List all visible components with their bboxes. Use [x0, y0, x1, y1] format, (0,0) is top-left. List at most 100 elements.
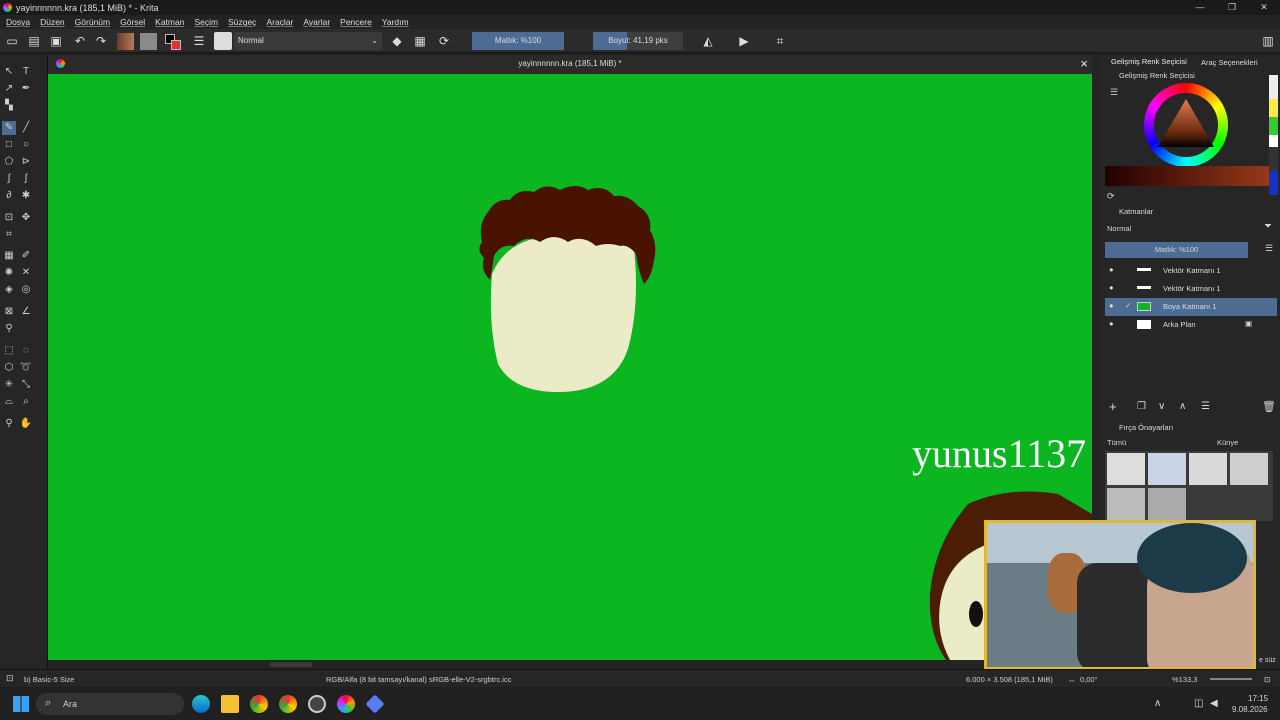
reload-preset-icon[interactable]: ⟳ [436, 33, 452, 49]
brush-preset-grid[interactable] [1105, 451, 1273, 521]
move-layer-up-icon[interactable]: ∧ [1179, 401, 1186, 412]
tray-chevron-up-icon[interactable]: ∧ [1154, 698, 1161, 709]
line-tool-icon[interactable]: ╱ [19, 121, 33, 135]
move-layer-down-icon[interactable]: ∨ [1158, 401, 1165, 412]
tab-advanced-color-selector[interactable]: Gelişmiş Renk Seçicisi [1111, 57, 1187, 66]
horizontal-scroll-thumb[interactable] [270, 662, 312, 667]
menu-edit[interactable]: Düzen [40, 17, 65, 27]
menu-window[interactable]: Pencere [340, 17, 372, 27]
drawing-canvas[interactable]: yunus1137 [48, 74, 1092, 660]
taskbar-search-box[interactable]: ⌕ Ara [36, 693, 184, 715]
rectangle-tool-icon[interactable]: □ [2, 138, 16, 152]
menu-view[interactable]: Görünüm [75, 17, 110, 27]
menu-filter[interactable]: Süzgeç [228, 17, 256, 27]
brush-preset-2[interactable] [1148, 453, 1186, 485]
chrome-profile-icon[interactable] [279, 695, 297, 713]
horizontal-scrollbar[interactable] [48, 660, 1092, 669]
calligraphy-icon[interactable]: ✒ [19, 82, 33, 96]
lock-icon[interactable]: ▣ [1245, 319, 1252, 328]
reference-tool-icon[interactable]: ⚲ [2, 322, 16, 336]
layer-opacity-slider[interactable]: Matlık: %100 [1105, 242, 1248, 258]
blend-mode-select[interactable]: Normal ⌄ [234, 32, 382, 50]
menu-settings[interactable]: Ayarlar [303, 17, 330, 27]
delete-layer-icon[interactable]: 🗑 [1262, 400, 1276, 413]
pattern-swatch[interactable] [140, 33, 157, 50]
duplicate-layer-icon[interactable]: ❐ [1137, 401, 1146, 412]
colorize-mask-icon[interactable]: ✺ [2, 266, 16, 280]
menu-tools[interactable]: Araçlar [266, 17, 293, 27]
assistant-tool-icon[interactable]: ⊠ [2, 305, 16, 319]
brush-preset-3[interactable] [1189, 453, 1227, 485]
maximize-button[interactable]: ❐ [1216, 0, 1248, 15]
contiguous-select-icon[interactable]: ✳ [2, 378, 16, 392]
tab-tool-options[interactable]: Araç Seçenekleri [1201, 58, 1258, 67]
color-picker-icon[interactable]: ✐ [19, 249, 33, 263]
opacity-slider[interactable]: Matlık: %100 [472, 32, 564, 50]
panel-settings-icon[interactable]: ☰ [1110, 87, 1118, 98]
visibility-eye-icon[interactable]: ● [1109, 283, 1114, 292]
zoom-tool-icon[interactable]: ⚲ [2, 417, 16, 431]
lasso-select-icon[interactable]: ➰ [19, 361, 33, 375]
menu-file[interactable]: Dosya [6, 17, 30, 27]
freehand-brush-icon[interactable]: ✎ [2, 121, 16, 135]
edge-icon[interactable] [192, 695, 210, 713]
menu-layer[interactable]: Katman [155, 17, 184, 27]
edit-shapes-icon[interactable]: ↗ [2, 82, 16, 96]
brush-preset-1[interactable] [1107, 453, 1145, 485]
file-explorer-icon[interactable] [221, 695, 239, 713]
zoom-slider[interactable] [1210, 678, 1252, 680]
color-history-strip[interactable] [1105, 166, 1273, 186]
menu-image[interactable]: Görsel [120, 17, 145, 27]
brush-settings-icon[interactable]: ☰ [191, 33, 207, 49]
preserve-alpha-icon[interactable]: ▦ [412, 33, 428, 49]
filter-icon[interactable]: ⏷ [1264, 221, 1272, 232]
layer-properties-icon[interactable]: ☰ [1201, 401, 1210, 412]
open-folder-icon[interactable]: ▤ [26, 33, 42, 49]
mirror-vertical-icon[interactable]: ▶ [736, 33, 752, 49]
close-window-button[interactable]: ✕ [1248, 0, 1280, 15]
multibrush-icon[interactable]: ✱ [19, 189, 33, 203]
clock-time[interactable]: 17:15 [1248, 694, 1268, 703]
redo-icon[interactable]: ↷ [93, 33, 109, 49]
brush-preset-5[interactable] [1107, 488, 1145, 520]
fit-view-icon[interactable]: ⊡ [1264, 675, 1270, 684]
similar-select-icon[interactable]: ⤡ [19, 378, 33, 392]
pan-tool-icon[interactable]: ✋ [19, 417, 33, 431]
menu-select[interactable]: Seçim [194, 17, 218, 27]
gradient-swatch[interactable] [117, 33, 134, 50]
close-document-icon[interactable]: × [1080, 56, 1088, 71]
foreground-background-color-icon[interactable] [165, 34, 181, 50]
new-document-icon[interactable]: ▭ [4, 33, 20, 49]
color-wheel[interactable] [1144, 83, 1228, 167]
undo-icon[interactable]: ↶ [72, 33, 88, 49]
dynamic-brush-icon[interactable]: ∂ [2, 189, 16, 203]
bezier-tool-icon[interactable]: ∫ [2, 172, 16, 186]
windows-start-icon[interactable] [13, 696, 29, 712]
obs-icon[interactable] [308, 695, 326, 713]
brush-preset-icon[interactable] [214, 32, 232, 50]
volume-icon[interactable]: ◀ [1210, 698, 1218, 709]
transform-tool-icon[interactable]: ⊡ [2, 211, 16, 225]
layer-row-vector-1[interactable]: ● Vektör Katmanı 1 [1105, 262, 1277, 280]
layer-row-background[interactable]: ● Arka Plan ▣ [1105, 316, 1277, 334]
text-tool-icon[interactable]: T [19, 65, 33, 79]
measure-tool-icon[interactable]: ∠ [19, 305, 33, 319]
mirror-horizontal-icon[interactable]: ◭ [700, 33, 716, 49]
layer-blend-mode-select[interactable]: Normal [1107, 224, 1131, 233]
brush-preset-4[interactable] [1230, 453, 1268, 485]
ellipse-select-icon[interactable]: ◌ [19, 344, 33, 358]
fill-tool-icon[interactable]: ◈ [2, 283, 16, 297]
brush-tag-select[interactable]: Künye [1217, 438, 1238, 447]
chrome-icon[interactable] [250, 695, 268, 713]
visibility-eye-icon[interactable]: ● [1109, 265, 1114, 274]
smart-patch-icon[interactable]: ✕ [19, 266, 33, 280]
document-tab[interactable]: yayinnnnnn.kra (185,1 MiB) * × [48, 55, 1092, 74]
visibility-eye-icon[interactable]: ● [1109, 319, 1114, 328]
layer-row-paint-selected[interactable]: ● ✓ Boya Katmanı 1 [1105, 298, 1277, 316]
visibility-eye-icon[interactable]: ● [1109, 301, 1114, 310]
polyline-tool-icon[interactable]: ⊳ [19, 155, 33, 169]
magnetic-select-icon[interactable]: ⌕ [19, 395, 33, 409]
workspace-chooser-icon[interactable]: ▥ [1260, 33, 1276, 49]
app-diamond-icon[interactable] [365, 694, 385, 714]
gradient-tool-icon[interactable]: ▦ [2, 249, 16, 263]
